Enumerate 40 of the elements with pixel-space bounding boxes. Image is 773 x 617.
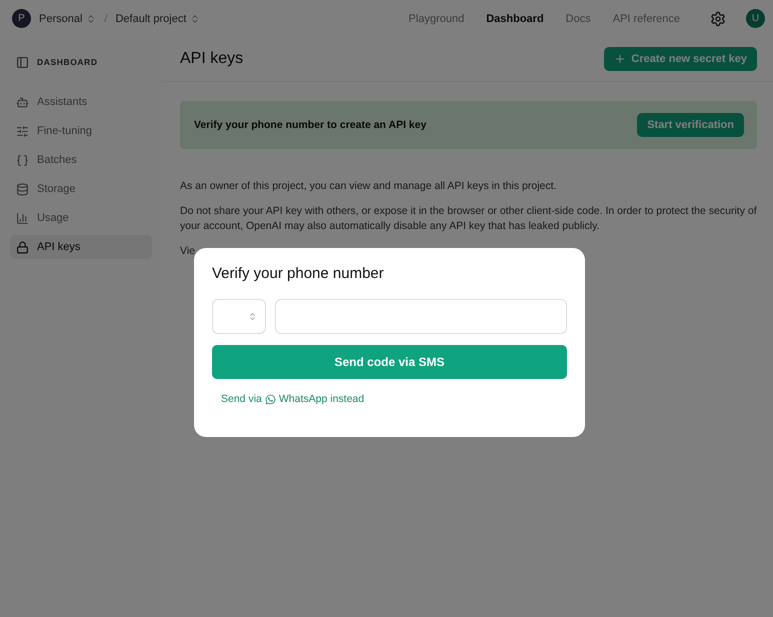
breadcrumb-separator: / (104, 12, 108, 24)
nav-link[interactable]: Playground (408, 12, 464, 24)
info-paragraph: As an owner of this project, you can view and manage all API keys in this project. (180, 179, 558, 194)
sidebar-item[interactable]: Storage (10, 177, 152, 201)
nav-link[interactable]: API reference (612, 12, 680, 24)
sidebar-item[interactable]: Usage (10, 206, 152, 230)
banner-text: Verify your phone number to create an API key (194, 119, 426, 131)
sidebar-item[interactable]: API keys (10, 235, 152, 259)
sidebar-item[interactable]: Batches (10, 148, 152, 172)
plus-icon (614, 53, 626, 65)
sidebar-item[interactable]: Assistants (10, 90, 152, 114)
info-paragraph: Vie (180, 244, 196, 259)
info-paragraph: Do not share your API key with others, or expose it in the browser or other client-side code. In order to protect the security of your account, OpenAI may also automatically disable any API key that has leaked publicly. (180, 204, 757, 234)
page-title: API keys (180, 50, 244, 68)
robot-icon (16, 96, 29, 108)
database-icon (16, 182, 29, 196)
org-avatar: P (12, 9, 31, 28)
project-switcher[interactable]: Default project (115, 12, 200, 24)
send-sms-button[interactable]: Send code via SMS (212, 345, 567, 379)
dialog-title: Verify your phone number (212, 265, 385, 282)
sidebar-item[interactable]: Fine-tuning (10, 119, 152, 143)
bar-chart-icon (16, 212, 29, 224)
org-switcher[interactable]: Personal (39, 12, 96, 24)
lock-icon (16, 240, 29, 254)
settings-icon[interactable] (710, 10, 726, 26)
user-avatar[interactable]: U (746, 9, 765, 28)
chevrons-icon (248, 312, 257, 321)
nav-link[interactable]: Docs (566, 12, 591, 24)
whatsapp-icon (264, 394, 276, 404)
create-key-button[interactable]: Create new secret key (604, 47, 757, 71)
sidebar-heading: DASHBOARD (37, 57, 98, 67)
phone-input[interactable] (275, 299, 567, 334)
braces-icon (16, 154, 29, 166)
whatsapp-link[interactable]: Send via WhatsApp instead (221, 393, 364, 405)
chevrons-icon (86, 14, 96, 24)
chevrons-icon (190, 14, 200, 24)
sidebar-icon[interactable] (16, 56, 29, 68)
sliders-icon (16, 124, 29, 138)
start-verification-button[interactable]: Start verification (637, 113, 744, 137)
nav-link[interactable]: Dashboard (486, 12, 544, 24)
